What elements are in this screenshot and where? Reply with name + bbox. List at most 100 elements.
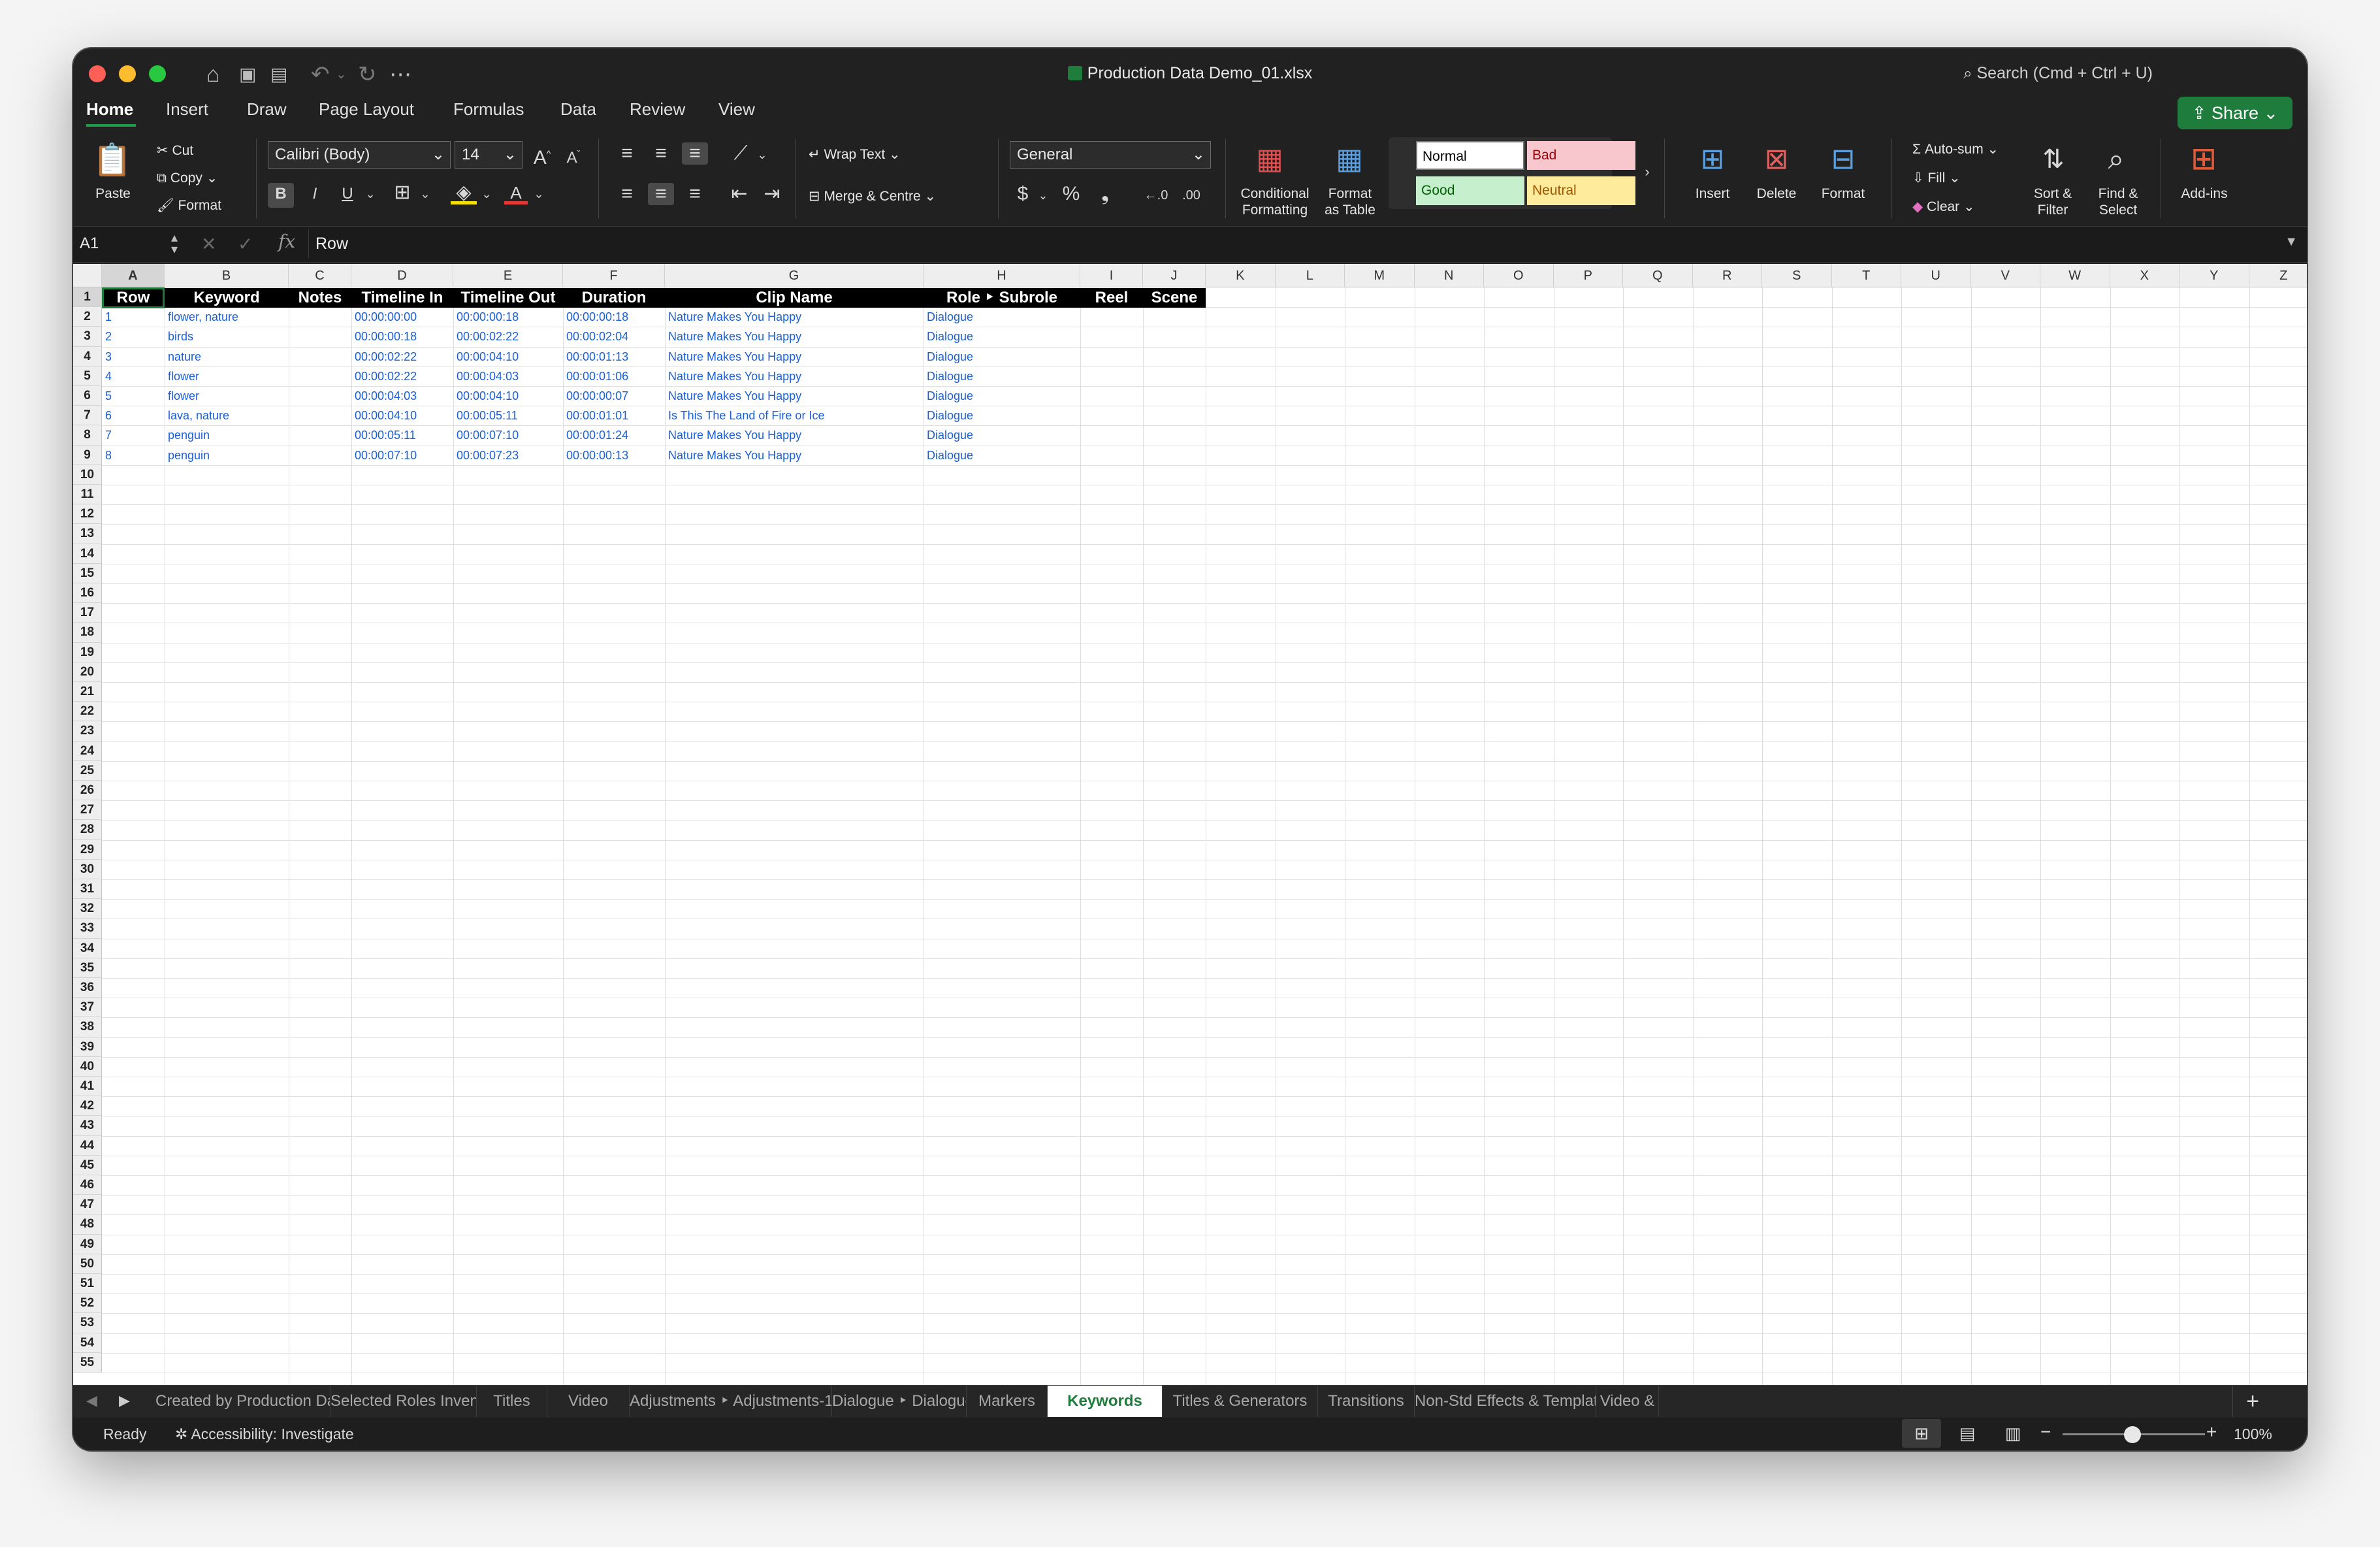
row-header[interactable]: 25 (73, 760, 102, 781)
add-sheet-button[interactable]: + (2232, 1386, 2272, 1417)
tab-review[interactable]: Review (630, 99, 685, 120)
accessibility-status[interactable]: ✲ Accessibility: Investigate (175, 1425, 354, 1443)
fill-button[interactable]: ⇩ Fill ⌄ (1912, 170, 1961, 187)
table-cell[interactable] (289, 386, 351, 406)
column-header[interactable]: S (1762, 264, 1832, 287)
table-cell[interactable]: 3 (102, 347, 165, 366)
normal-view-icon[interactable]: ⊞ (1902, 1419, 1941, 1448)
row-header[interactable]: 12 (73, 504, 102, 525)
tab-insert[interactable]: Insert (166, 99, 208, 120)
table-cell[interactable]: flower (165, 386, 289, 406)
row-header[interactable]: 3 (73, 327, 102, 347)
sheet-tab[interactable]: Titles (477, 1386, 547, 1417)
row-header[interactable]: 7 (73, 406, 102, 426)
row-header[interactable]: 18 (73, 623, 102, 643)
table-cell[interactable]: 2 (102, 327, 165, 346)
row-header[interactable]: 29 (73, 839, 102, 860)
row-header[interactable]: 40 (73, 1056, 102, 1077)
table-cell[interactable]: 00:00:05:11 (351, 425, 453, 445)
table-cell[interactable]: birds (165, 327, 289, 346)
chevron-down-icon[interactable]: ⌄ (529, 183, 549, 205)
table-cell[interactable]: 00:00:00:18 (453, 307, 563, 327)
table-cell[interactable]: 00:00:02:22 (351, 347, 453, 366)
row-header[interactable]: 46 (73, 1175, 102, 1196)
row-header[interactable]: 14 (73, 544, 102, 564)
sheet-tab[interactable]: Dialogue ‣ Dialogue-1 (832, 1386, 967, 1417)
table-cell[interactable] (1143, 327, 1206, 346)
tab-data[interactable]: Data (560, 99, 596, 120)
sheet-tab[interactable]: Keywords (1048, 1386, 1163, 1417)
row-header[interactable]: 8 (73, 425, 102, 446)
column-header[interactable]: D (351, 264, 453, 287)
style-normal[interactable]: Normal (1416, 141, 1524, 170)
row-header[interactable]: 53 (73, 1313, 102, 1333)
sheet-tab[interactable]: Video & (1596, 1386, 1659, 1417)
style-bad[interactable]: Bad (1527, 141, 1635, 170)
table-cell[interactable] (1080, 425, 1143, 445)
decrease-indent-icon[interactable]: ⇤ (726, 183, 752, 205)
font-size-select[interactable]: 14 ⌄ (455, 141, 523, 169)
column-header[interactable]: T (1831, 264, 1901, 287)
font-color-icon[interactable]: A (504, 182, 528, 204)
sort-filter-icon[interactable]: ⇅ (2033, 140, 2074, 179)
header-cell[interactable]: Role ‣ Subrole (924, 288, 1080, 308)
chevron-down-icon[interactable]: ⌄ (477, 183, 496, 205)
style-neutral[interactable]: Neutral (1527, 176, 1635, 205)
underline-button[interactable]: U (334, 183, 361, 205)
cut-button[interactable]: ✂ Cut (157, 142, 193, 159)
table-cell[interactable] (1143, 406, 1206, 425)
column-header[interactable]: M (1345, 264, 1415, 287)
table-cell[interactable]: flower, nature (165, 307, 289, 327)
table-cell[interactable]: 00:00:07:10 (351, 446, 453, 465)
table-cell[interactable]: Dialogue (924, 307, 1080, 327)
row-header[interactable]: 31 (73, 879, 102, 900)
table-cell[interactable]: Nature Makes You Happy (665, 425, 924, 445)
table-cell[interactable] (289, 366, 351, 386)
zoom-out-icon[interactable]: − (2040, 1422, 2051, 1442)
table-cell[interactable]: 00:00:00:00 (351, 307, 453, 327)
table-cell[interactable]: Nature Makes You Happy (665, 307, 924, 327)
formula-input[interactable]: Row (308, 229, 2288, 258)
comma-style-icon[interactable]: ❟ (1092, 183, 1118, 205)
sheet-tab[interactable]: Created by Production Data (155, 1386, 330, 1417)
row-header[interactable]: 4 (73, 346, 102, 366)
zoom-slider-thumb[interactable] (2124, 1426, 2141, 1443)
merge-centre-button[interactable]: ⊟ Merge & Centre ⌄ (809, 188, 936, 205)
column-header[interactable]: A (102, 264, 165, 287)
table-cell[interactable]: 00:00:01:24 (563, 425, 665, 445)
sheet-tab[interactable]: Video (547, 1386, 630, 1417)
fx-icon[interactable]: fx (278, 231, 295, 252)
table-cell[interactable] (289, 327, 351, 346)
row-header[interactable]: 6 (73, 386, 102, 406)
chevron-down-icon[interactable]: ⌄ (361, 183, 380, 205)
column-header[interactable]: U (1901, 264, 1971, 287)
row-header[interactable]: 22 (73, 702, 102, 722)
row-header[interactable]: 49 (73, 1234, 102, 1254)
table-cell[interactable]: nature (165, 347, 289, 366)
table-cell[interactable]: 00:00:07:23 (453, 446, 563, 465)
row-header[interactable]: 35 (73, 958, 102, 978)
row-header[interactable]: 20 (73, 662, 102, 682)
row-header[interactable]: 21 (73, 682, 102, 702)
row-header[interactable]: 50 (73, 1254, 102, 1274)
expand-formula-bar-icon[interactable]: ▼ (2285, 235, 2298, 250)
font-name-select[interactable]: Calibri (Body) ⌄ (268, 141, 451, 169)
table-cell[interactable]: penguin (165, 425, 289, 445)
table-cell[interactable]: Nature Makes You Happy (665, 366, 924, 386)
sheet-tab[interactable]: Adjustments ‣ Adjustments-1 (630, 1386, 832, 1417)
column-header[interactable]: H (924, 264, 1080, 287)
table-cell[interactable]: Is This The Land of Fire or Ice (665, 406, 924, 425)
row-header[interactable]: 51 (73, 1274, 102, 1294)
row-header[interactable]: 23 (73, 721, 102, 741)
table-cell[interactable] (1080, 327, 1143, 346)
table-cell[interactable]: 00:00:05:11 (453, 406, 563, 425)
table-cell[interactable]: 00:00:00:18 (351, 327, 453, 346)
align-center-icon[interactable]: ≡ (648, 183, 674, 205)
row-header[interactable]: 47 (73, 1195, 102, 1215)
table-cell[interactable] (1080, 307, 1143, 327)
column-header[interactable]: F (563, 264, 665, 287)
table-cell[interactable]: 00:00:01:01 (563, 406, 665, 425)
table-cell[interactable]: 00:00:04:10 (351, 406, 453, 425)
table-cell[interactable]: Dialogue (924, 327, 1080, 346)
page-layout-view-icon[interactable]: ▤ (1948, 1419, 1987, 1448)
